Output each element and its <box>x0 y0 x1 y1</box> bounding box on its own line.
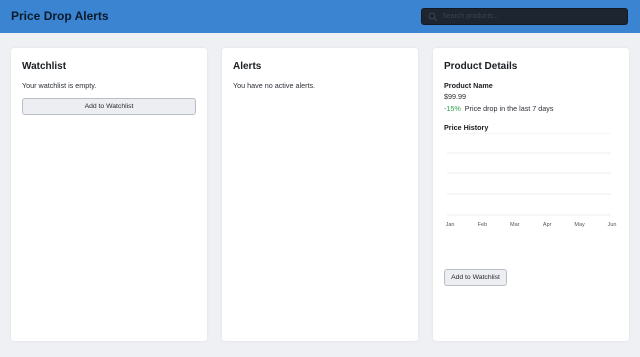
top-bar: Price Drop Alerts Search products... <box>0 0 640 33</box>
product-name: Product Name <box>444 81 493 90</box>
product-details-title: Product Details <box>444 61 518 72</box>
x-tick-label: Apr <box>543 222 552 228</box>
watchlist-card: Watchlist Your watchlist is empty. Add t… <box>11 48 207 341</box>
search-input[interactable]: Search products... <box>421 8 628 25</box>
product-add-to-watchlist-button[interactable]: Add to Watchlist <box>444 269 507 286</box>
app-title: Price Drop Alerts <box>11 9 109 23</box>
price-drop-text: Price drop in the last 7 days <box>464 104 554 113</box>
search-icon <box>428 12 438 22</box>
price-history-chart: Jan Feb Mar Apr May Jun <box>446 133 617 228</box>
x-tick-label: Mar <box>510 222 520 228</box>
price-history-title: Price History <box>444 123 489 132</box>
search-placeholder: Search products... <box>442 13 499 20</box>
discount-badge: -15% <box>444 104 461 113</box>
x-tick-label: Feb <box>478 222 487 228</box>
price-drop-line: -15% Price drop in the last 7 days <box>444 104 553 113</box>
alerts-empty-text: You have no active alerts. <box>233 81 316 90</box>
watchlist-title: Watchlist <box>22 61 67 72</box>
watchlist-empty-text: Your watchlist is empty. <box>22 81 97 90</box>
x-tick-label: Jun <box>608 222 617 228</box>
x-tick-label: May <box>574 222 585 228</box>
alerts-card: Alerts You have no active alerts. <box>222 48 418 341</box>
add-to-watchlist-button[interactable]: Add to Watchlist <box>22 98 196 115</box>
x-tick-label: Jan <box>446 222 455 228</box>
product-price: $99.99 <box>444 92 466 101</box>
alerts-title: Alerts <box>233 61 262 72</box>
